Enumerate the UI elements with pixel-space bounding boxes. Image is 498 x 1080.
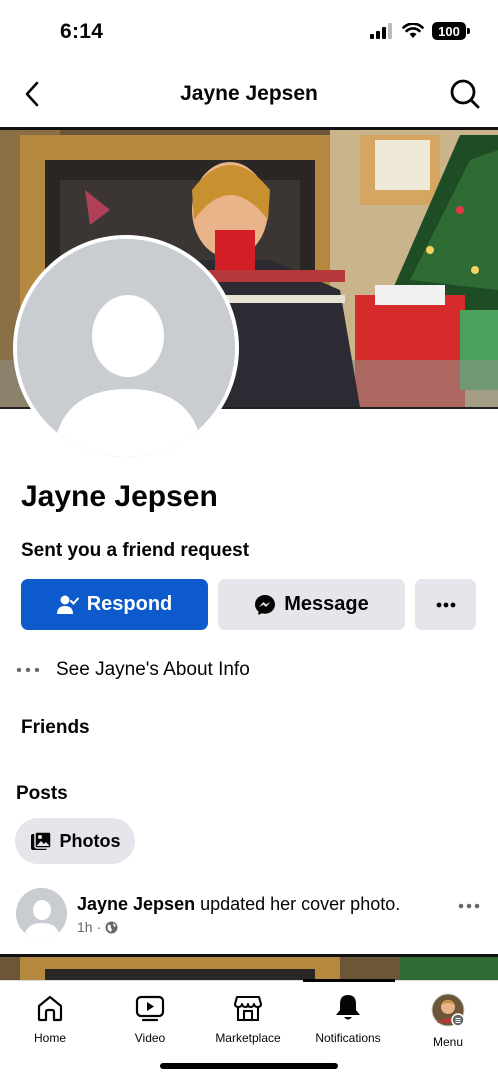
status-time: 6:14 <box>60 20 104 43</box>
posts-heading: Posts <box>16 783 68 804</box>
marketplace-icon <box>233 995 263 1022</box>
video-icon <box>135 995 165 1022</box>
message-label: Message <box>284 593 369 615</box>
page-title: Jayne Jepsen <box>180 82 318 105</box>
search-icon <box>450 79 480 109</box>
tab-label: Notifications <box>315 1031 381 1045</box>
photos-label: Photos <box>59 830 121 851</box>
about-info-label: See Jayne's About Info <box>56 659 250 680</box>
status-bar: 6:14 100 <box>0 0 498 62</box>
tab-label: Menu <box>432 1035 464 1049</box>
home-indicator <box>160 1063 338 1069</box>
meta-separator: · <box>96 919 102 935</box>
post-options-button[interactable] <box>458 896 480 914</box>
tab-label: Home <box>33 1031 66 1045</box>
post-meta: 1h · <box>77 919 118 935</box>
search-button[interactable] <box>446 75 484 113</box>
friend-request-text: Sent you a friend request <box>21 540 250 561</box>
post-author-avatar[interactable] <box>16 888 67 939</box>
tab-menu[interactable]: Menu <box>398 993 498 1049</box>
post-header: Jayne Jepsen updated her cover photo. <box>77 894 400 915</box>
about-info-link[interactable]: See Jayne's About Info <box>16 659 250 681</box>
photos-filter-button[interactable]: Photos <box>15 818 135 864</box>
more-options-button[interactable] <box>415 579 476 630</box>
status-icons: 100 <box>370 22 470 40</box>
home-icon <box>37 995 63 1022</box>
tab-label: Marketplace <box>215 1031 281 1045</box>
avatar <box>17 239 235 457</box>
profile-avatar-icon <box>431 993 465 1027</box>
tab-marketplace[interactable]: Marketplace <box>198 993 298 1045</box>
wifi-icon <box>402 23 424 38</box>
profile-picture[interactable] <box>13 235 239 461</box>
person-check-icon <box>56 595 79 614</box>
friends-heading: Friends <box>21 717 90 738</box>
post-author-name[interactable]: Jayne Jepsen <box>77 894 195 914</box>
post-action-text: updated her cover photo. <box>195 894 401 914</box>
profile-name: Jayne Jepsen <box>21 480 218 513</box>
bell-icon <box>336 995 360 1020</box>
battery-icon: 100 <box>432 22 470 40</box>
message-button[interactable]: Message <box>218 579 405 630</box>
more-horizontal-icon <box>16 667 40 673</box>
respond-label: Respond <box>86 593 173 615</box>
post-time[interactable]: 1h <box>77 919 93 935</box>
active-tab-indicator <box>303 979 395 982</box>
photos-icon <box>30 831 52 850</box>
tab-video[interactable]: Video <box>100 993 200 1045</box>
default-avatar-icon <box>17 239 235 457</box>
tab-label: Video <box>134 1031 166 1045</box>
signal-icon <box>370 23 392 39</box>
respond-button[interactable]: Respond <box>21 579 208 630</box>
messenger-icon <box>255 594 276 615</box>
tab-home[interactable]: Home <box>0 993 100 1045</box>
default-avatar-icon <box>16 888 67 939</box>
globe-icon <box>105 921 118 933</box>
more-horizontal-icon <box>458 903 480 909</box>
tab-notifications[interactable]: Notifications <box>298 993 398 1045</box>
profile-actions: Respond Message <box>21 579 476 630</box>
top-nav: Jayne Jepsen <box>0 62 498 126</box>
more-horizontal-icon <box>436 602 455 607</box>
